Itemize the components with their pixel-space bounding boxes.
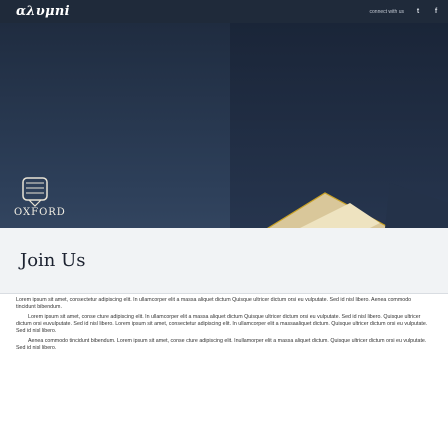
main-content: Lorem ipsum sit amet, consectetur adipis… [16, 297, 432, 355]
connect-label: connect with us [369, 8, 404, 15]
paragraph-2: Lorem ipsum sit amet, conse cture adipis… [16, 314, 428, 334]
oxford-crest-icon [22, 177, 48, 207]
facebook-icon[interactable]: f [432, 8, 440, 15]
section-divider [0, 293, 448, 294]
paragraph-1: Lorem ipsum sit amet, consectetur adipis… [16, 297, 412, 310]
social-links: connect with us t f [370, 8, 440, 15]
paragraph-3: Aenea commodo tincidunt bibendum. Lorem … [16, 338, 427, 351]
site-logo[interactable]: αλυμni [16, 4, 70, 19]
twitter-icon[interactable]: t [414, 8, 422, 15]
top-nav-bar: αλυμni connect with us t f [0, 0, 448, 23]
join-panel: Join Us [0, 228, 448, 293]
join-us-heading[interactable]: Join Us [20, 250, 86, 271]
oxford-label: OXFORD [14, 207, 66, 218]
hero-banner: OXFORD Join Us [0, 23, 448, 293]
